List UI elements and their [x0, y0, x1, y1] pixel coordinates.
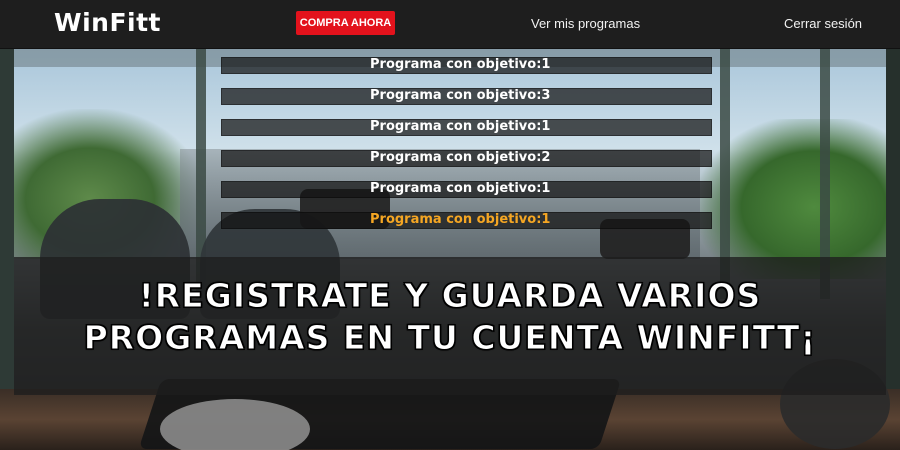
program-label: Programa con objetivo:1 [370, 212, 551, 227]
buy-now-button[interactable]: COMPRA AHORA [296, 11, 395, 35]
program-label: Programa con objetivo:3 [370, 88, 551, 103]
program-item-highlighted[interactable]: Programa con objetivo:1 [221, 212, 712, 229]
banner-line-2: PROGRAMAS EN TU CUENTA WINFITT¡ [83, 318, 817, 358]
top-navbar: WinFitt COMPRA AHORA Ver mis programas C… [0, 0, 900, 49]
register-banner: !REGISTRATE Y GUARDA VARIOS PROGRAMAS EN… [14, 257, 886, 395]
logout-link[interactable]: Cerrar sesión [784, 16, 862, 31]
program-item[interactable]: Programa con objetivo:3 [221, 88, 712, 105]
program-item[interactable]: Programa con objetivo:2 [221, 150, 712, 167]
program-item[interactable]: Programa con objetivo:1 [221, 181, 712, 198]
program-label: Programa con objetivo:2 [370, 150, 551, 165]
program-label: Programa con objetivo:1 [370, 181, 551, 196]
program-label: Programa con objetivo:1 [370, 57, 551, 72]
program-item[interactable]: Programa con objetivo:1 [221, 57, 712, 74]
banner-text: !REGISTRATE Y GUARDA VARIOS PROGRAMAS EN… [14, 275, 886, 359]
banner-line-1: !REGISTRATE Y GUARDA VARIOS [138, 276, 762, 316]
view-programs-link[interactable]: Ver mis programas [531, 16, 640, 31]
winfitt-logo[interactable]: WinFitt [54, 8, 161, 37]
program-label: Programa con objetivo:1 [370, 119, 551, 134]
bike-seat [160, 399, 310, 450]
program-item[interactable]: Programa con objetivo:1 [221, 119, 712, 136]
